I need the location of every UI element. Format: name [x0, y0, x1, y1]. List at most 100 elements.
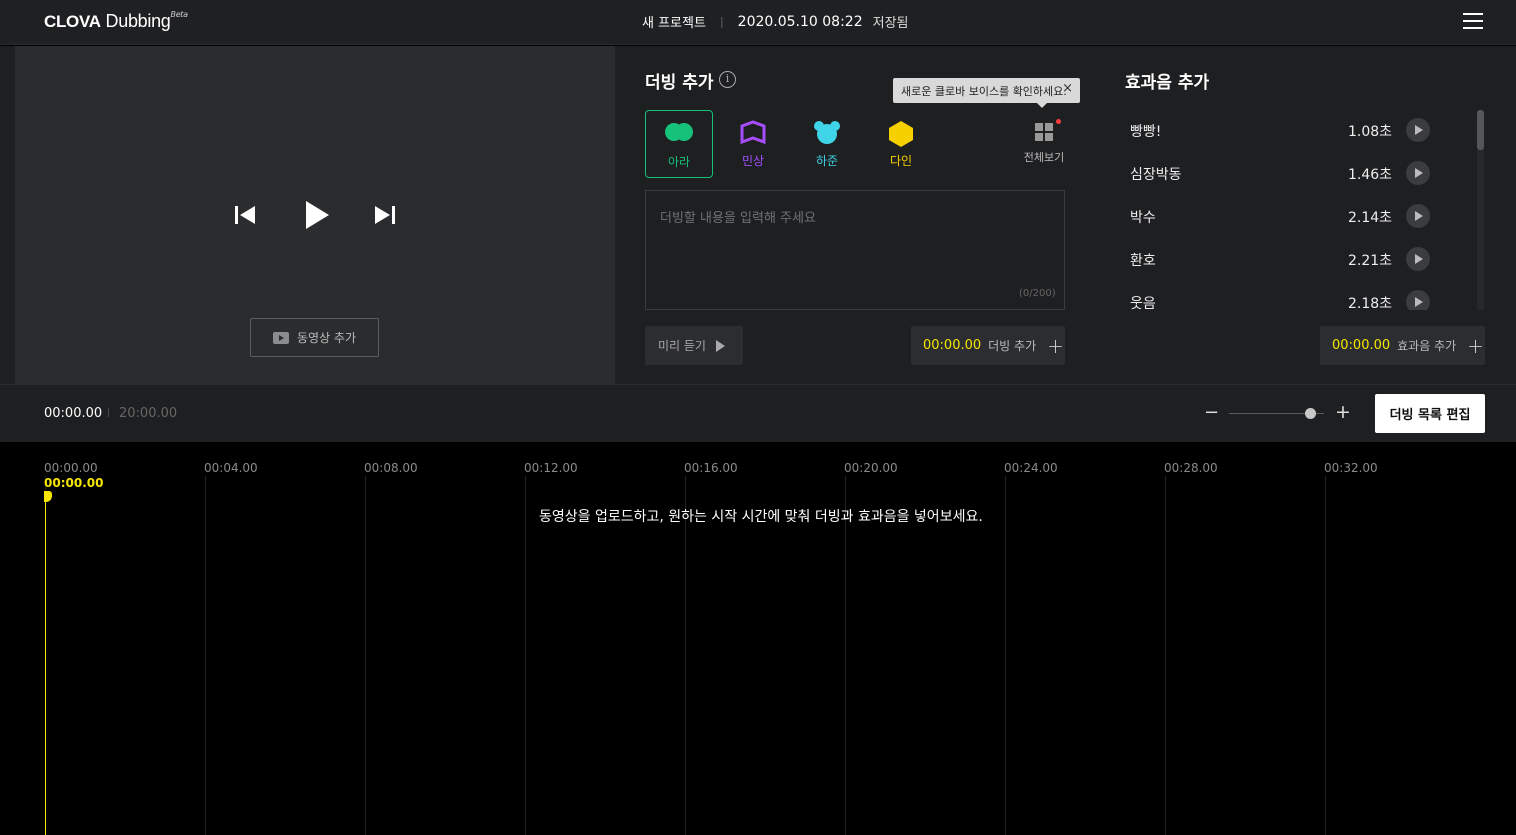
all-voices-button[interactable]: 전체보기	[1020, 118, 1068, 165]
saved-status: 저장됨	[872, 16, 909, 31]
close-icon[interactable]: ×	[1062, 81, 1073, 96]
sfx-name: 박수	[1130, 210, 1156, 226]
tick-label: 00:20.00	[844, 461, 898, 475]
video-preview-panel: 동영상 추가	[15, 46, 615, 384]
sfx-item[interactable]: 박수 2.14초	[1125, 201, 1435, 231]
sfx-name: 환호	[1130, 253, 1156, 269]
skip-back-icon[interactable]	[233, 204, 257, 226]
header-separator: |	[719, 15, 724, 28]
voice-label: 민상	[741, 154, 765, 168]
sfx-name: 심장박동	[1130, 167, 1182, 183]
time-separator: |	[107, 408, 111, 418]
zoom-in-icon[interactable]: +	[1335, 401, 1351, 423]
tooltip-text: 새로운 클로바 보이스를 확인하세요.	[901, 85, 1067, 98]
tick-label: 00:12.00	[524, 461, 578, 475]
sfx-duration: 1.08초	[1348, 124, 1393, 140]
sfx-scrollbar-thumb[interactable]	[1477, 110, 1484, 150]
tick-line	[525, 476, 526, 835]
voice-label: 다인	[889, 154, 913, 168]
play-icon[interactable]	[1406, 118, 1430, 142]
app-logo[interactable]: CLOVA DubbingBeta	[44, 9, 189, 32]
hajun-voice-icon	[814, 121, 840, 144]
voice-label: 하준	[815, 154, 839, 168]
play-icon[interactable]	[1406, 161, 1430, 185]
current-time: 00:00.00	[44, 406, 103, 421]
ara-voice-icon	[665, 123, 693, 141]
sfx-duration: 2.18초	[1348, 296, 1393, 310]
sfx-duration: 2.14초	[1348, 210, 1393, 226]
new-voice-tooltip: 새로운 클로바 보이스를 확인하세요. ×	[893, 78, 1080, 108]
sfx-duration: 2.21초	[1348, 253, 1393, 269]
voice-ara[interactable]: 아라	[645, 110, 713, 178]
tick-line	[1165, 476, 1166, 835]
playhead-line	[45, 493, 46, 835]
add-sfx-button[interactable]: 00:00.00 효과음 추가 +	[1320, 326, 1485, 365]
play-icon[interactable]	[1406, 247, 1430, 271]
left-edge	[0, 46, 15, 384]
zoom-out-icon[interactable]: −	[1204, 402, 1219, 423]
timeline: 00:00.00 동영상을 업로드하고, 원하는 시작 시간에 맞춰 더빙과 효…	[0, 442, 1516, 835]
sfx-name: 웃음	[1130, 296, 1156, 310]
play-icon	[715, 339, 725, 352]
add-video-label: 동영상 추가	[296, 331, 356, 345]
voice-hajun[interactable]: 하준	[793, 110, 861, 178]
preview-button[interactable]: 미리 듣기	[645, 326, 743, 365]
all-voices-label: 전체보기	[1023, 151, 1065, 164]
play-icon[interactable]	[1406, 204, 1430, 228]
minsang-voice-icon	[740, 120, 766, 145]
voice-minsang[interactable]: 민상	[719, 110, 787, 178]
tick-line	[1005, 476, 1006, 835]
logo-main: CLOVA	[44, 12, 101, 31]
tick-label: 00:08.00	[364, 461, 418, 475]
timeline-hint: 동영상을 업로드하고, 원하는 시작 시간에 맞춰 더빙과 효과음을 넣어보세요…	[539, 509, 983, 525]
timeline-toolbar: 00:00.00 | 20:00.00 − + 더빙 목록 편집	[0, 384, 1516, 442]
tick-line	[1325, 476, 1326, 835]
sfx-list: 빵빵! 1.08초 심장박동 1.46초 박수 2.14초 환호 2.21초 웃…	[1125, 108, 1445, 310]
sfx-start-time: 00:00.00	[1332, 338, 1391, 353]
dubbing-text-input[interactable]	[645, 190, 1065, 310]
plus-icon: +	[1467, 333, 1484, 358]
tick-line	[845, 476, 846, 835]
preview-label: 미리 듣기	[658, 339, 706, 353]
project-name[interactable]: 새 프로젝트	[642, 12, 706, 31]
hamburger-menu-icon[interactable]	[1463, 13, 1483, 29]
add-video-button[interactable]: 동영상 추가	[250, 318, 379, 357]
tick-label: 00:04.00	[204, 461, 258, 475]
tick-label: 00:28.00	[1164, 461, 1218, 475]
sfx-duration: 1.46초	[1348, 167, 1393, 183]
project-info: 새 프로젝트 | 2020.05.10 08:22 저장됨	[642, 12, 909, 32]
add-dubbing-label: 더빙 추가	[988, 339, 1037, 353]
sfx-item[interactable]: 웃음 2.18초	[1125, 287, 1435, 310]
dubbing-start-time: 00:00.00	[923, 338, 982, 353]
playhead-time: 00:00.00	[44, 476, 104, 490]
dubbing-title: 더빙 추가	[645, 73, 714, 93]
play-icon[interactable]	[303, 200, 331, 230]
sfx-item[interactable]: 환호 2.21초	[1125, 244, 1435, 274]
tick-line	[685, 476, 686, 835]
voice-dain[interactable]: 다인	[867, 110, 935, 178]
new-badge-dot	[1056, 119, 1061, 124]
tick-line	[365, 476, 366, 835]
add-sfx-label: 효과음 추가	[1397, 339, 1457, 353]
voice-label: 아라	[667, 155, 691, 169]
char-count: (0/200)	[1019, 288, 1056, 299]
dain-voice-icon	[889, 121, 913, 147]
tick-label: 00:24.00	[1004, 461, 1058, 475]
tick-label: 00:00.00	[44, 461, 98, 475]
zoom-slider-handle[interactable]	[1304, 408, 1316, 419]
sfx-item[interactable]: 심장박동 1.46초	[1125, 158, 1435, 188]
sfx-item[interactable]: 빵빵! 1.08초	[1125, 115, 1435, 145]
sfx-title: 효과음 추가	[1125, 73, 1210, 93]
beta-badge: Beta	[170, 9, 189, 19]
logo-sub: Dubbing	[105, 11, 171, 31]
info-icon[interactable]: i	[719, 71, 736, 88]
add-dubbing-button[interactable]: 00:00.00 더빙 추가 +	[911, 326, 1065, 365]
playhead-handle[interactable]	[44, 491, 52, 502]
plus-icon: +	[1047, 333, 1064, 358]
skip-forward-icon[interactable]	[373, 204, 397, 226]
tick-label: 00:16.00	[684, 461, 738, 475]
video-icon	[272, 331, 289, 344]
tick-label: 00:32.00	[1324, 461, 1378, 475]
edit-dubbing-list-button[interactable]: 더빙 목록 편집	[1375, 394, 1485, 433]
play-icon[interactable]	[1406, 290, 1430, 310]
